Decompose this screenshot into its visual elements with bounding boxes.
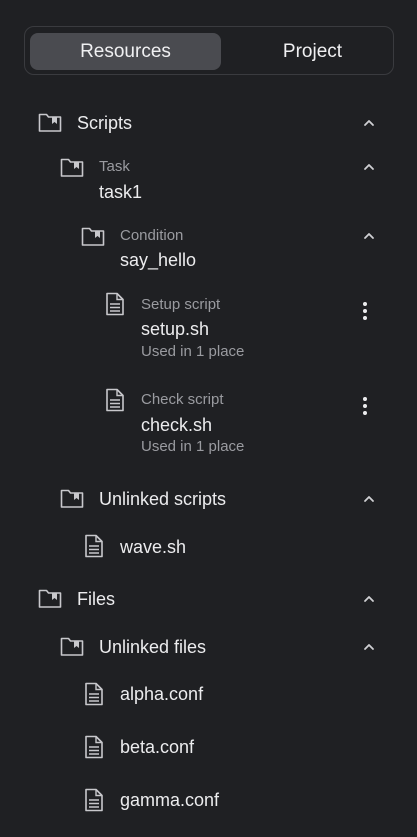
folder-bookmark-icon — [38, 113, 62, 132]
chevron-up-icon[interactable] — [360, 158, 378, 176]
chevron-up-icon[interactable] — [360, 227, 378, 245]
more-vertical-icon[interactable] — [355, 298, 375, 324]
folder-bookmark-icon — [60, 489, 84, 508]
folder-label: Unlinked files — [99, 637, 207, 657]
chevron-up-icon[interactable] — [360, 638, 378, 656]
file-text-icon — [106, 292, 124, 316]
usage-count: Used in 1 place — [141, 438, 245, 455]
file-text-icon — [85, 735, 103, 759]
folder-label: Files — [77, 589, 116, 609]
view-switcher: Resources Project — [24, 26, 394, 75]
folder-bookmark-icon — [38, 589, 62, 608]
item-name: setup.sh — [141, 319, 210, 339]
item-type-label: Task — [99, 158, 130, 175]
file-name: alpha.conf — [120, 684, 204, 704]
folder-bookmark-icon — [60, 637, 84, 656]
file-name: gamma.conf — [120, 790, 220, 810]
chevron-up-icon[interactable] — [360, 590, 378, 608]
chevron-up-icon[interactable] — [360, 114, 378, 132]
file-text-icon — [85, 788, 103, 812]
chevron-up-icon[interactable] — [360, 490, 378, 508]
folder-bookmark-icon — [81, 227, 105, 246]
file-text-icon — [85, 534, 103, 558]
tab-resources[interactable]: Resources — [30, 33, 221, 70]
file-text-icon — [106, 388, 124, 412]
tab-project[interactable]: Project — [217, 33, 408, 70]
item-name: check.sh — [141, 415, 213, 435]
folder-bookmark-icon — [60, 158, 84, 177]
file-text-icon — [85, 682, 103, 706]
usage-count: Used in 1 place — [141, 343, 245, 360]
file-name: beta.conf — [120, 737, 195, 757]
item-type-label: Check script — [141, 391, 224, 408]
file-name: wave.sh — [120, 537, 187, 557]
item-type-label: Setup script — [141, 296, 221, 313]
item-name: task1 — [99, 182, 143, 202]
item-type-label: Condition — [120, 227, 184, 244]
item-name: say_hello — [120, 250, 197, 270]
folder-label: Scripts — [77, 113, 133, 133]
more-vertical-icon[interactable] — [355, 393, 375, 419]
folder-label: Unlinked scripts — [99, 489, 227, 509]
